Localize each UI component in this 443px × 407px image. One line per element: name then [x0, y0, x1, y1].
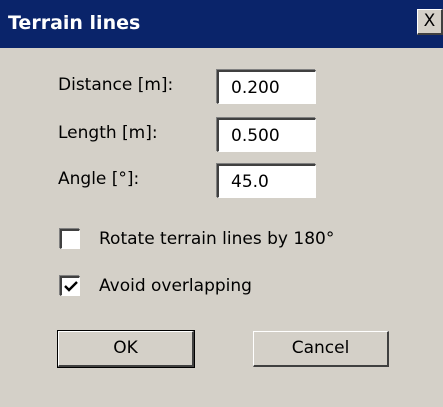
close-icon: X — [423, 11, 436, 31]
dialog-title: Terrain lines — [8, 12, 141, 34]
avoid-overlap-checkbox[interactable] — [60, 276, 80, 296]
length-input[interactable]: 0.500 — [217, 118, 316, 152]
checkmark-icon — [64, 281, 78, 292]
distance-label: Distance [m]: — [58, 75, 174, 95]
rotate-checkbox[interactable] — [60, 229, 80, 249]
distance-input[interactable]: 0.200 — [217, 70, 316, 104]
terrain-lines-dialog: Terrain lines X Distance [m]: 0.200 Leng… — [0, 0, 443, 407]
cancel-button[interactable]: Cancel — [253, 331, 389, 367]
angle-input[interactable]: 45.0 — [217, 164, 316, 198]
ok-button[interactable]: OK — [57, 330, 195, 368]
title-bar[interactable]: Terrain lines X — [0, 0, 443, 48]
rotate-label[interactable]: Rotate terrain lines by 180° — [99, 227, 334, 251]
close-button[interactable]: X — [417, 9, 443, 35]
angle-label: Angle [°]: — [58, 169, 140, 189]
length-label: Length [m]: — [58, 123, 158, 143]
avoid-overlap-label[interactable]: Avoid overlapping — [99, 274, 252, 298]
